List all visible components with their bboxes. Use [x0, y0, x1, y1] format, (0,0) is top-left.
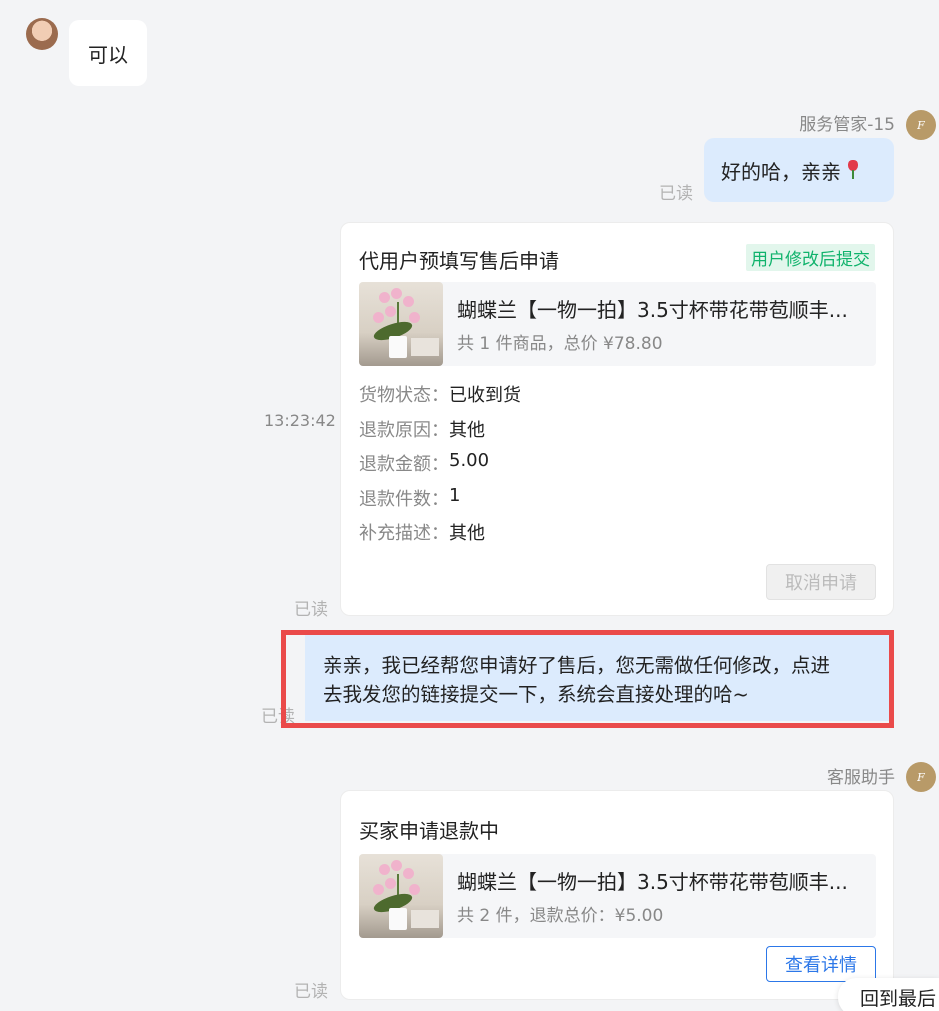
request-fields: 货物状态： 已收到货 退款原因： 其他 退款金额： 5.00 退款件数： 1 补…	[359, 381, 521, 554]
field-value: 已收到货	[449, 385, 521, 406]
field-value: 1	[449, 484, 461, 506]
read-status: 已读	[659, 184, 693, 204]
tulip-emoji-icon	[847, 160, 859, 180]
status-badge: 用户修改后提交	[746, 244, 875, 271]
agent-message-bubble: 好的哈，亲亲	[704, 138, 894, 202]
agent-message-line: 亲亲，我已经帮您申请好了售后，您无需做任何修改，点进	[323, 654, 831, 677]
product-summary-text: 共 2 件，退款总价：¥5.00	[457, 906, 664, 926]
view-details-button[interactable]: 查看详情	[766, 946, 876, 982]
field-label: 退款件数：	[359, 488, 449, 510]
field-label: 补充描述：	[359, 523, 449, 544]
agent-avatar[interactable]: F	[906, 110, 936, 140]
product-name: 蝴蝶兰【一物一拍】3.5寸杯带花带苞顺丰...	[457, 870, 848, 894]
agent-message-text: 好的哈，亲亲	[721, 159, 841, 184]
customer-message-text: 可以	[88, 42, 128, 67]
read-status: 已读	[294, 982, 328, 1002]
cancel-request-button[interactable]: 取消申请	[766, 564, 876, 600]
after-sales-prefill-card: 代用户预填写售后申请 用户修改后提交 蝴蝶兰【一物一拍】3.5寸杯带花带苞顺丰.…	[340, 222, 894, 616]
product-summary[interactable]: 蝴蝶兰【一物一拍】3.5寸杯带花带苞顺丰... 共 1 件商品，总价 ¥78.8…	[359, 282, 876, 366]
agent-message-bubble: 亲亲，我已经帮您申请好了售后，您无需做任何修改，点进 去我发您的链接提交一下，系…	[305, 635, 889, 721]
refund-status-card: 买家申请退款中 蝴蝶兰【一物一拍】3.5寸杯带花带苞顺丰... 共 2 件，退款…	[340, 790, 894, 1000]
field-row: 补充描述： 其他	[359, 519, 521, 554]
back-to-latest-button[interactable]: 回到最后	[838, 978, 939, 1011]
field-value: 5.00	[449, 450, 490, 471]
field-row: 退款原因： 其他	[359, 416, 521, 451]
assistant-avatar[interactable]: F	[906, 762, 936, 792]
agent-message-line: 去我发您的链接提交一下，系统会直接处理的哈~	[323, 683, 749, 706]
card-title: 买家申请退款中	[359, 819, 499, 843]
read-status: 已读	[294, 600, 328, 620]
product-thumbnail	[359, 854, 443, 938]
customer-avatar[interactable]	[26, 18, 58, 50]
field-row: 退款件数： 1	[359, 485, 521, 520]
product-summary[interactable]: 蝴蝶兰【一物一拍】3.5寸杯带花带苞顺丰... 共 2 件，退款总价：¥5.00	[359, 854, 876, 938]
field-label: 退款原因：	[359, 419, 449, 441]
product-thumbnail	[359, 282, 443, 366]
field-label: 退款金额：	[359, 454, 449, 475]
field-label: 货物状态：	[359, 385, 449, 406]
field-value: 其他	[449, 419, 485, 441]
card-title: 代用户预填写售后申请	[359, 249, 559, 273]
field-row: 货物状态： 已收到货	[359, 381, 521, 416]
assistant-sender-name: 客服助手	[827, 768, 895, 788]
customer-message-bubble: 可以	[69, 20, 147, 86]
field-value: 其他	[449, 523, 485, 544]
agent-sender-name: 服务管家-15	[799, 115, 895, 135]
message-timestamp: 13:23:42	[264, 411, 336, 430]
field-row: 退款金额： 5.00	[359, 450, 521, 485]
product-summary-text: 共 1 件商品，总价 ¥78.80	[457, 334, 663, 354]
product-name: 蝴蝶兰【一物一拍】3.5寸杯带花带苞顺丰...	[457, 298, 848, 322]
